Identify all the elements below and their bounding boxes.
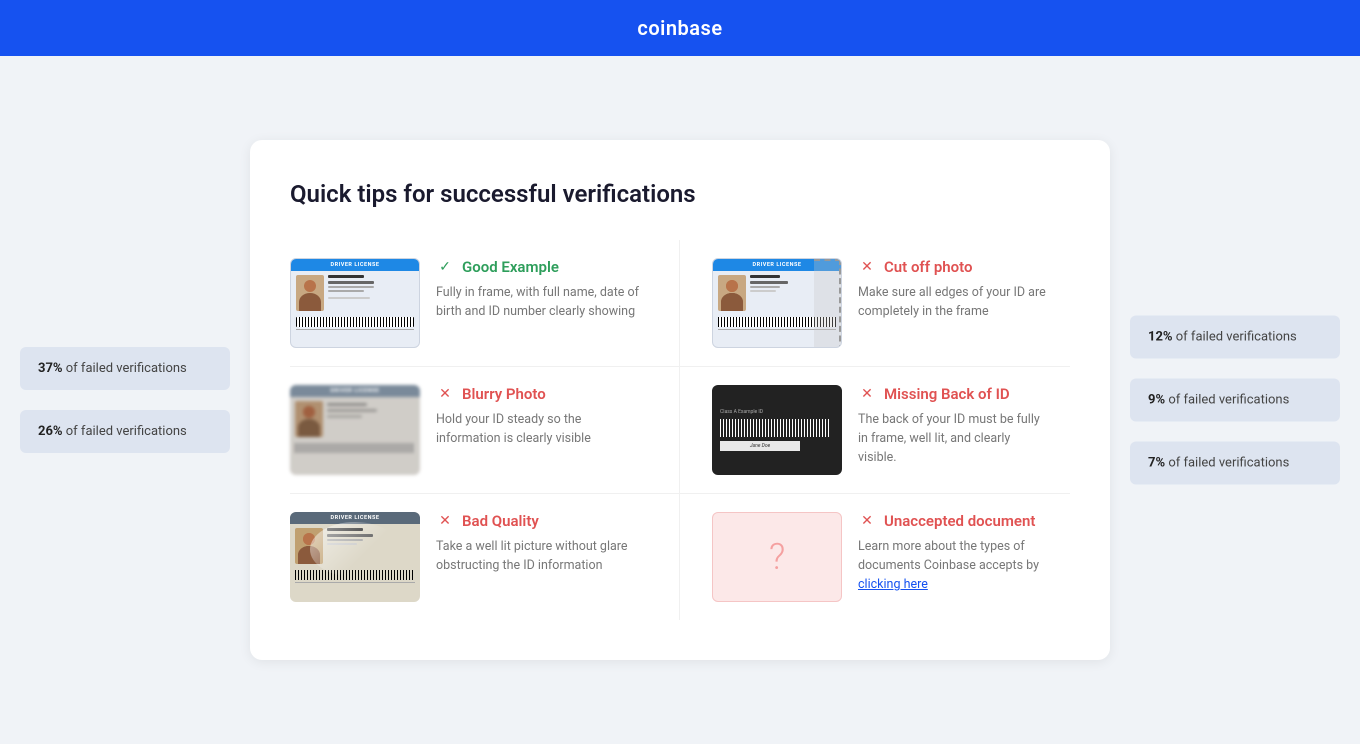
bad-icon-blurry: ✕ [436,385,454,403]
tip-desc-bad: Take a well lit picture without glare ob… [436,538,647,576]
tip-label-good: Good Example [462,258,559,276]
right-stat-1: 12% of failed verifications [1130,316,1340,359]
clicking-here-link[interactable]: clicking here [858,577,928,592]
left-stat-1: 37% of failed verifications [20,347,230,390]
id-header-good: DRIVER LICENSE [291,259,419,271]
bad-icon-cutoff: ✕ [858,258,876,276]
id-barcode-bad [295,570,415,580]
tip-desc-back: The back of your ID must be fully in fra… [858,411,1046,467]
id-thumb-good: DRIVER LICENSE [290,258,420,348]
id-sig-bad [295,582,415,588]
page-title: Quick tips for successful verifications [290,180,1070,208]
left-stat-2: 26% of failed verifications [20,410,230,453]
id-barcode-blurry [295,443,415,453]
left-stat-2-label: of failed verifications [66,424,187,439]
id-info-good [328,275,374,311]
id-photo-cutoff [718,275,746,311]
left-stat-1-label: of failed verifications [66,361,187,376]
bad-icon-bad: ✕ [436,512,454,530]
right-stat-2-label: of failed verifications [1168,393,1289,408]
right-stat-3-percent: 7% [1148,456,1165,471]
coinbase-logo: coinbase [637,16,722,40]
main-card: Quick tips for successful verifications … [250,140,1110,660]
id-photo-good [296,275,324,311]
id-barcode-back [720,419,830,437]
id-thumb-unaccepted: ? [712,512,842,602]
tip-unaccepted: ? ✕ Unaccepted document Learn more about… [680,494,1070,620]
id-thumb-back: Class A Example ID Jane Doe [712,385,842,475]
id-info-bad [327,528,373,564]
tip-desc-good: Fully in frame, with full name, date of … [436,284,647,322]
right-stat-2-percent: 9% [1148,393,1165,408]
right-stat-3: 7% of failed verifications [1130,442,1340,485]
id-photo-bad [295,528,323,564]
tip-good-example: DRIVER LICENSE [290,240,680,367]
tip-content-good: ✓ Good Example Fully in frame, with full… [436,258,647,322]
id-thumb-blurry: DRIVER LICENSE [290,385,420,475]
tip-missing-back: Class A Example ID Jane Doe ✕ Missing Ba… [680,367,1070,494]
right-stat-1-label: of failed verifications [1176,330,1297,345]
bad-icon-back: ✕ [858,385,876,403]
tip-label-cutoff: Cut off photo [884,258,972,276]
id-back-label: Class A Example ID [720,409,763,415]
right-stat-3-label: of failed verifications [1168,456,1289,471]
left-stat-2-percent: 26% [38,424,63,439]
tip-cutoff: DRIVER LICENSE [680,240,1070,367]
id-photo-blurry [295,401,323,437]
id-barcode-cutoff [718,317,836,327]
id-header-blurry: DRIVER LICENSE [290,385,420,397]
tips-grid: DRIVER LICENSE [290,240,1070,620]
left-stats: 37% of failed verifications 26% of faile… [20,347,230,453]
id-thumb-cutoff: DRIVER LICENSE [712,258,842,348]
tip-desc-blurry: Hold your ID steady so the information i… [436,411,647,449]
tip-content-back: ✕ Missing Back of ID The back of your ID… [858,385,1046,467]
id-sig-cutoff [718,329,836,335]
id-header-bad: DRIVER LICENSE [290,512,420,524]
bad-icon-unaccepted: ✕ [858,512,876,530]
id-info-cutoff [750,275,788,311]
tip-blurry: DRIVER LICENSE [290,367,680,494]
id-thumb-bad: DRIVER LICENSE [290,512,420,602]
left-stat-1-percent: 37% [38,361,63,376]
question-mark-icon: ? [769,536,785,578]
tip-label-bad: Bad Quality [462,512,539,530]
tip-desc-unaccepted: Learn more about the types of documents … [858,538,1046,594]
tip-content-cutoff: ✕ Cut off photo Make sure all edges of y… [858,258,1046,322]
id-info-blurry [327,403,377,437]
tip-label-blurry: Blurry Photo [462,385,546,403]
tip-bad-quality: DRIVER LICENSE [290,494,680,620]
id-sig-back: Jane Doe [720,441,800,451]
page-body: 37% of failed verifications 26% of faile… [0,56,1360,744]
tip-content-bad: ✕ Bad Quality Take a well lit picture wi… [436,512,647,576]
app-header: coinbase [0,0,1360,56]
tip-label-unaccepted: Unaccepted document [884,512,1035,530]
id-header-cutoff: DRIVER LICENSE [713,259,841,271]
right-stat-2: 9% of failed verifications [1130,379,1340,422]
tip-content-blurry: ✕ Blurry Photo Hold your ID steady so th… [436,385,647,449]
tip-desc-cutoff: Make sure all edges of your ID are compl… [858,284,1046,322]
id-sig-good [296,329,414,335]
id-barcode-good [296,317,414,327]
tip-content-unaccepted: ✕ Unaccepted document Learn more about t… [858,512,1046,594]
good-icon: ✓ [436,258,454,276]
right-stat-1-percent: 12% [1148,330,1173,345]
right-stats: 12% of failed verifications 9% of failed… [1130,316,1340,485]
tip-label-back: Missing Back of ID [884,385,1010,403]
